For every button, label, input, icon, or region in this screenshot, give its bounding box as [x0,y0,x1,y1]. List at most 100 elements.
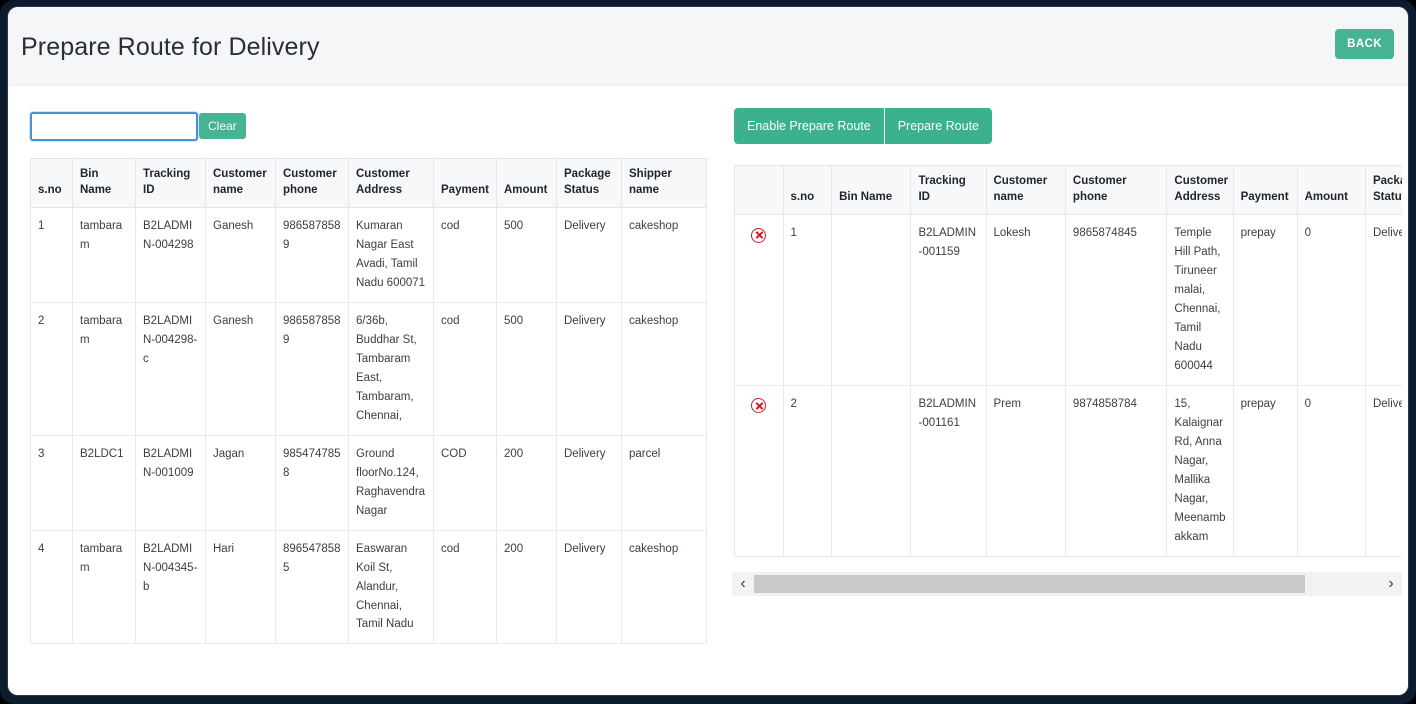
cell-package-status: Delivery [1365,385,1402,556]
cell-tracking-id: B2LADMIN-004298-c [136,302,206,435]
table-row[interactable]: 3 B2LDC1 B2LADMIN-001009 Jagan 985474785… [31,435,707,530]
search-input[interactable] [30,112,198,141]
cell-sno: 4 [31,530,73,644]
cell-customer-address: 15, Kalaignar Rd, Anna Nagar, Mallika Na… [1167,385,1233,556]
col-header-tracking-id: Tracking ID [911,166,986,215]
scrollbar-track[interactable] [754,575,1380,593]
page-title: Prepare Route for Delivery [21,33,320,62]
scrollbar-thumb[interactable] [754,575,1305,593]
remove-circle-x-icon[interactable] [751,228,766,243]
horizontal-scrollbar[interactable]: ‹ › [732,572,1402,596]
col-header-customer-address: Customer Address [1167,166,1233,215]
cell-package-status: Delivery [557,530,622,644]
cell-customer-phone: 8965478585 [276,530,349,644]
device-frame: Prepare Route for Delivery BACK Clear [0,0,1416,704]
cell-amount: 500 [497,208,557,303]
selected-shipments-table: s.no Bin Name Tracking ID Customer name … [734,165,1402,557]
back-button[interactable]: BACK [1335,29,1394,59]
col-header-payment: Payment [1233,166,1297,215]
clear-button[interactable]: Clear [199,113,246,139]
col-header-amount: Amount [1297,166,1365,215]
col-header-action [735,166,784,215]
cell-bin-name: B2LDC1 [73,435,136,530]
cell-shipper-name: cakeshop [622,208,707,303]
cell-sno: 1 [31,208,73,303]
content-area: Clear s.no Bin Name [8,86,1408,695]
col-header-payment: Payment [434,159,497,208]
cell-payment: cod [434,530,497,644]
cell-customer-phone: 9865874845 [1065,215,1166,386]
cell-tracking-id: B2LADMIN-001009 [136,435,206,530]
col-header-customer-name: Customer name [986,166,1065,215]
table-header-row: s.no Bin Name Tracking ID Customer name … [31,159,707,208]
search-row: Clear [30,112,720,146]
col-header-sno: s.no [31,159,73,208]
cell-customer-phone: 9865878589 [276,208,349,303]
scroll-left-chevron-icon[interactable]: ‹ [732,576,754,592]
cell-amount: 200 [497,435,557,530]
cell-sno: 2 [783,385,832,556]
table-row[interactable]: 2 tambaram B2LADMIN-004298-c Ganesh 9865… [31,302,707,435]
col-header-customer-name: Customer name [206,159,276,208]
scroll-right-chevron-icon[interactable]: › [1380,576,1402,592]
col-header-shipper-name: Shipper name [622,159,707,208]
cell-payment: cod [434,208,497,303]
table-row[interactable]: 1 B2LADMIN-001159 Lokesh 9865874845 Temp… [735,215,1403,386]
table-row[interactable]: 4 tambaram B2LADMIN-004345-b Hari 896547… [31,530,707,644]
cell-tracking-id: B2LADMIN-004345-b [136,530,206,644]
cell-customer-address: Kumaran Nagar East Avadi, Tamil Nadu 600… [349,208,434,303]
prepare-route-button[interactable]: Prepare Route [884,108,992,144]
cell-tracking-id: B2LADMIN-004298 [136,208,206,303]
cell-customer-name: Ganesh [206,208,276,303]
enable-prepare-route-button[interactable]: Enable Prepare Route [734,108,884,144]
col-header-package-status: Package Status [1365,166,1402,215]
page-header: Prepare Route for Delivery BACK [8,7,1408,86]
cell-customer-name: Hari [206,530,276,644]
remove-circle-x-icon[interactable] [751,398,766,413]
cell-customer-name: Ganesh [206,302,276,435]
right-table-scroll-area[interactable]: s.no Bin Name Tracking ID Customer name … [734,165,1402,557]
table-row[interactable]: 2 B2LADMIN-001161 Prem 9874858784 15, Ka… [735,385,1403,556]
app-window: Prepare Route for Delivery BACK Clear [8,7,1408,695]
cell-bin-name [832,385,911,556]
col-header-customer-phone: Customer phone [1065,166,1166,215]
col-header-bin-name: Bin Name [832,166,911,215]
col-header-sno: s.no [783,166,832,215]
cell-bin-name: tambaram [73,208,136,303]
cell-customer-address: Easwaran Koil St, Alandur, Chennai, Tami… [349,530,434,644]
route-action-button-group: Enable Prepare Route Prepare Route [734,108,992,144]
cell-tracking-id: B2LADMIN-001161 [911,385,986,556]
table-row[interactable]: 1 tambaram B2LADMIN-004298 Ganesh 986587… [31,208,707,303]
selected-route-pane: Enable Prepare Route Prepare Route [720,86,1408,695]
cell-bin-name: tambaram [73,530,136,644]
col-header-customer-phone: Customer phone [276,159,349,208]
left-table-scroll-area[interactable]: s.no Bin Name Tracking ID Customer name … [30,158,720,695]
cell-amount: 500 [497,302,557,435]
cell-package-status: Delivery [557,302,622,435]
cell-sno: 3 [31,435,73,530]
cell-amount: 200 [497,530,557,644]
col-header-amount: Amount [497,159,557,208]
cell-customer-name: Prem [986,385,1065,556]
cell-amount: 0 [1297,385,1365,556]
cell-amount: 0 [1297,215,1365,386]
col-header-customer-address: Customer Address [349,159,434,208]
cell-payment: prepay [1233,385,1297,556]
cell-customer-phone: 9854747858 [276,435,349,530]
cell-package-status: Delivery [1365,215,1402,386]
col-header-bin-name: Bin Name [73,159,136,208]
cell-payment: prepay [1233,215,1297,386]
cell-package-status: Delivery [557,208,622,303]
col-header-tracking-id: Tracking ID [136,159,206,208]
cell-customer-address: 6/36b, Buddhar St, Tambaram East, Tambar… [349,302,434,435]
cell-shipper-name: parcel [622,435,707,530]
cell-bin-name [832,215,911,386]
cell-customer-phone: 9865878589 [276,302,349,435]
cell-package-status: Delivery [557,435,622,530]
remove-row-cell [735,385,784,556]
cell-customer-address: Ground floorNo.124, Raghavendra Nagar [349,435,434,530]
cell-sno: 2 [31,302,73,435]
table-header-row: s.no Bin Name Tracking ID Customer name … [735,166,1403,215]
cell-bin-name: tambaram [73,302,136,435]
cell-customer-address: Temple Hill Path, Tiruneermalai, Chennai… [1167,215,1233,386]
